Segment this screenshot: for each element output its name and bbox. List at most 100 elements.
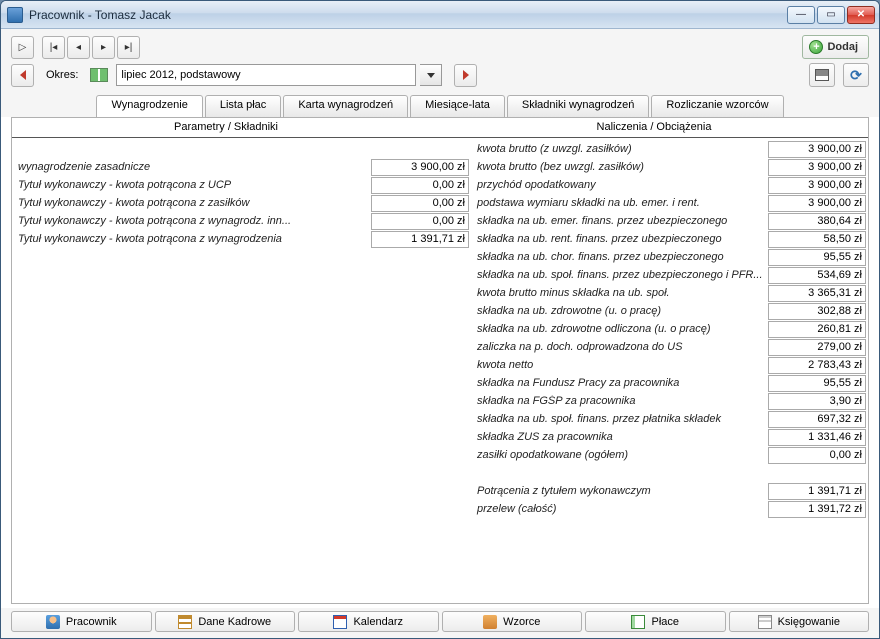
prev-button[interactable]: ◂: [67, 36, 90, 59]
left-value[interactable]: 0,00 zł: [371, 213, 469, 230]
titlebar: Pracownik - Tomasz Jacak — ▭ ✕: [1, 1, 879, 29]
right-value: 3 900,00 zł: [768, 195, 866, 212]
right-row: składka na Fundusz Pracy za pracownika95…: [473, 374, 866, 392]
plus-icon: +: [809, 40, 823, 54]
right-row: składka ZUS za pracownika1 331,46 zł: [473, 428, 866, 446]
left-value[interactable]: 3 900,00 zł: [371, 159, 469, 176]
right-row: zaliczka na p. doch. odprowadzona do US2…: [473, 338, 866, 356]
right-value: 0,00 zł: [768, 447, 866, 464]
right-label: składka na ub. społ. finans. przez płatn…: [473, 413, 766, 425]
tab-karta-wynagrodzen[interactable]: Karta wynagrodzeń: [283, 95, 408, 117]
person-icon: [46, 615, 60, 629]
right-label: zasiłki opodatkowane (ogółem): [473, 449, 766, 461]
right-label: kwota netto: [473, 359, 766, 371]
minimize-button[interactable]: —: [787, 6, 815, 24]
close-button[interactable]: ✕: [847, 6, 875, 24]
left-value[interactable]: 0,00 zł: [371, 195, 469, 212]
right-row: składka na ub. społ. finans. przez ubezp…: [473, 266, 866, 284]
right-label: zaliczka na p. doch. odprowadzona do US: [473, 341, 766, 353]
next-button[interactable]: ▸: [92, 36, 115, 59]
right-value: 2 783,43 zł: [768, 357, 866, 374]
right-label: składka na ub. emer. finans. przez ubezp…: [473, 215, 766, 227]
refresh-button[interactable]: ⟳: [843, 63, 869, 87]
sheet-icon: [631, 615, 645, 629]
tab-miesiace-lata[interactable]: Miesiące-lata: [410, 95, 505, 117]
tab-wynagrodzenie[interactable]: Wynagrodzenie: [96, 95, 202, 117]
left-row: Tytuł wykonawczy - kwota potrącona z wyn…: [14, 212, 469, 230]
left-label: Tytuł wykonawczy - kwota potrącona z zas…: [14, 197, 369, 209]
left-label: Tytuł wykonawczy - kwota potrącona z wyn…: [14, 233, 369, 245]
right-value: 95,55 zł: [768, 249, 866, 266]
left-row: wynagrodzenie zasadnicze3 900,00 zł: [14, 158, 469, 176]
chevron-right-icon: [463, 70, 469, 80]
chevron-left-icon: [20, 70, 26, 80]
period-next-button[interactable]: [454, 64, 477, 87]
last-button[interactable]: ▸|: [117, 36, 140, 59]
first-button[interactable]: |◂: [42, 36, 65, 59]
tab-rozliczanie[interactable]: Rozliczanie wzorców: [651, 95, 783, 117]
right-value: 95,55 zł: [768, 375, 866, 392]
right-value: 3 900,00 zł: [768, 159, 866, 176]
right-label: składka na Fundusz Pracy za pracownika: [473, 377, 766, 389]
right-row: kwota brutto (bez uwzgl. zasiłków)3 900,…: [473, 158, 866, 176]
right-value: 3,90 zł: [768, 393, 866, 410]
right-row: składka na ub. zdrowotne (u. o pracę)302…: [473, 302, 866, 320]
right-row: kwota netto2 783,43 zł: [473, 356, 866, 374]
left-column: wynagrodzenie zasadnicze3 900,00 zł Tytu…: [12, 138, 471, 603]
bottom-tab-pracownik[interactable]: Pracownik: [11, 611, 152, 632]
right-value: 697,32 zł: [768, 411, 866, 428]
right-label: kwota brutto (bez uwzgl. zasiłków): [473, 161, 766, 173]
right-label: składka na FGŚP za pracownika: [473, 395, 766, 407]
add-button[interactable]: + Dodaj: [802, 35, 869, 59]
right-value: 279,00 zł: [768, 339, 866, 356]
right-row: składka na ub. społ. finans. przez płatn…: [473, 410, 866, 428]
header-right: Naliczenia / Obciążenia: [440, 118, 868, 137]
right-value: 534,69 zł: [768, 267, 866, 284]
period-bar: Okres: lipiec 2012, podstawowy ⟳: [1, 61, 879, 93]
right-label: przelew (całość): [473, 503, 766, 515]
column-headers: Parametry / Składniki Naliczenia / Obcią…: [12, 118, 868, 138]
left-value[interactable]: 0,00 zł: [371, 177, 469, 194]
right-label: Potrącenia z tytułem wykonawczym: [473, 485, 766, 497]
tab-lista-plac[interactable]: Lista płac: [205, 95, 281, 117]
right-label: podstawa wymiaru składki na ub. emer. i …: [473, 197, 766, 209]
refresh-icon: ⟳: [850, 67, 862, 84]
left-label: Tytuł wykonawczy - kwota potrącona z UCP: [14, 179, 369, 191]
period-dropdown-button[interactable]: [420, 64, 442, 86]
left-row: Tytuł wykonawczy - kwota potrącona z UCP…: [14, 176, 469, 194]
form-icon: [178, 615, 192, 629]
ledger-icon: [758, 615, 772, 629]
right-row: Potrącenia z tytułem wykonawczym1 391,71…: [473, 482, 866, 500]
right-label: składka na ub. zdrowotne odliczona (u. o…: [473, 323, 766, 335]
print-button[interactable]: [809, 63, 835, 87]
bottom-tab-place[interactable]: Płace: [585, 611, 726, 632]
right-value: 58,50 zł: [768, 231, 866, 248]
right-value: 302,88 zł: [768, 303, 866, 320]
book-icon: [90, 68, 108, 82]
right-row: składka na ub. rent. finans. przez ubezp…: [473, 230, 866, 248]
period-select[interactable]: lipiec 2012, podstawowy: [116, 64, 416, 86]
period-value: lipiec 2012, podstawowy: [121, 69, 240, 81]
bottom-tab-ksiegowanie[interactable]: Księgowanie: [729, 611, 870, 632]
bottom-tabs: Pracownik Dane Kadrowe Kalendarz Wzorce …: [1, 608, 879, 638]
right-value: 1 391,71 zł: [768, 483, 866, 500]
right-value: 3 900,00 zł: [768, 177, 866, 194]
add-label: Dodaj: [827, 41, 858, 53]
bottom-tab-wzorce[interactable]: Wzorce: [442, 611, 583, 632]
period-prev-button[interactable]: [11, 64, 34, 87]
chevron-down-icon: [427, 73, 435, 78]
people-icon: [483, 615, 497, 629]
right-row: przelew (całość)1 391,72 zł: [473, 500, 866, 518]
bottom-tab-dane-kadrowe[interactable]: Dane Kadrowe: [155, 611, 296, 632]
left-label: Tytuł wykonawczy - kwota potrącona z wyn…: [14, 215, 369, 227]
right-row: zasiłki opodatkowane (ogółem)0,00 zł: [473, 446, 866, 464]
maximize-button[interactable]: ▭: [817, 6, 845, 24]
right-row: składka na ub. zdrowotne odliczona (u. o…: [473, 320, 866, 338]
right-value: 1 391,72 zł: [768, 501, 866, 518]
play-button[interactable]: ▷: [11, 36, 34, 59]
left-value[interactable]: 1 391,71 zł: [371, 231, 469, 248]
bottom-tab-kalendarz[interactable]: Kalendarz: [298, 611, 439, 632]
content-panel: Parametry / Składniki Naliczenia / Obcią…: [11, 117, 869, 604]
tab-skladniki[interactable]: Składniki wynagrodzeń: [507, 95, 650, 117]
right-column: kwota brutto (z uwzgl. zasiłków)3 900,00…: [471, 138, 868, 603]
